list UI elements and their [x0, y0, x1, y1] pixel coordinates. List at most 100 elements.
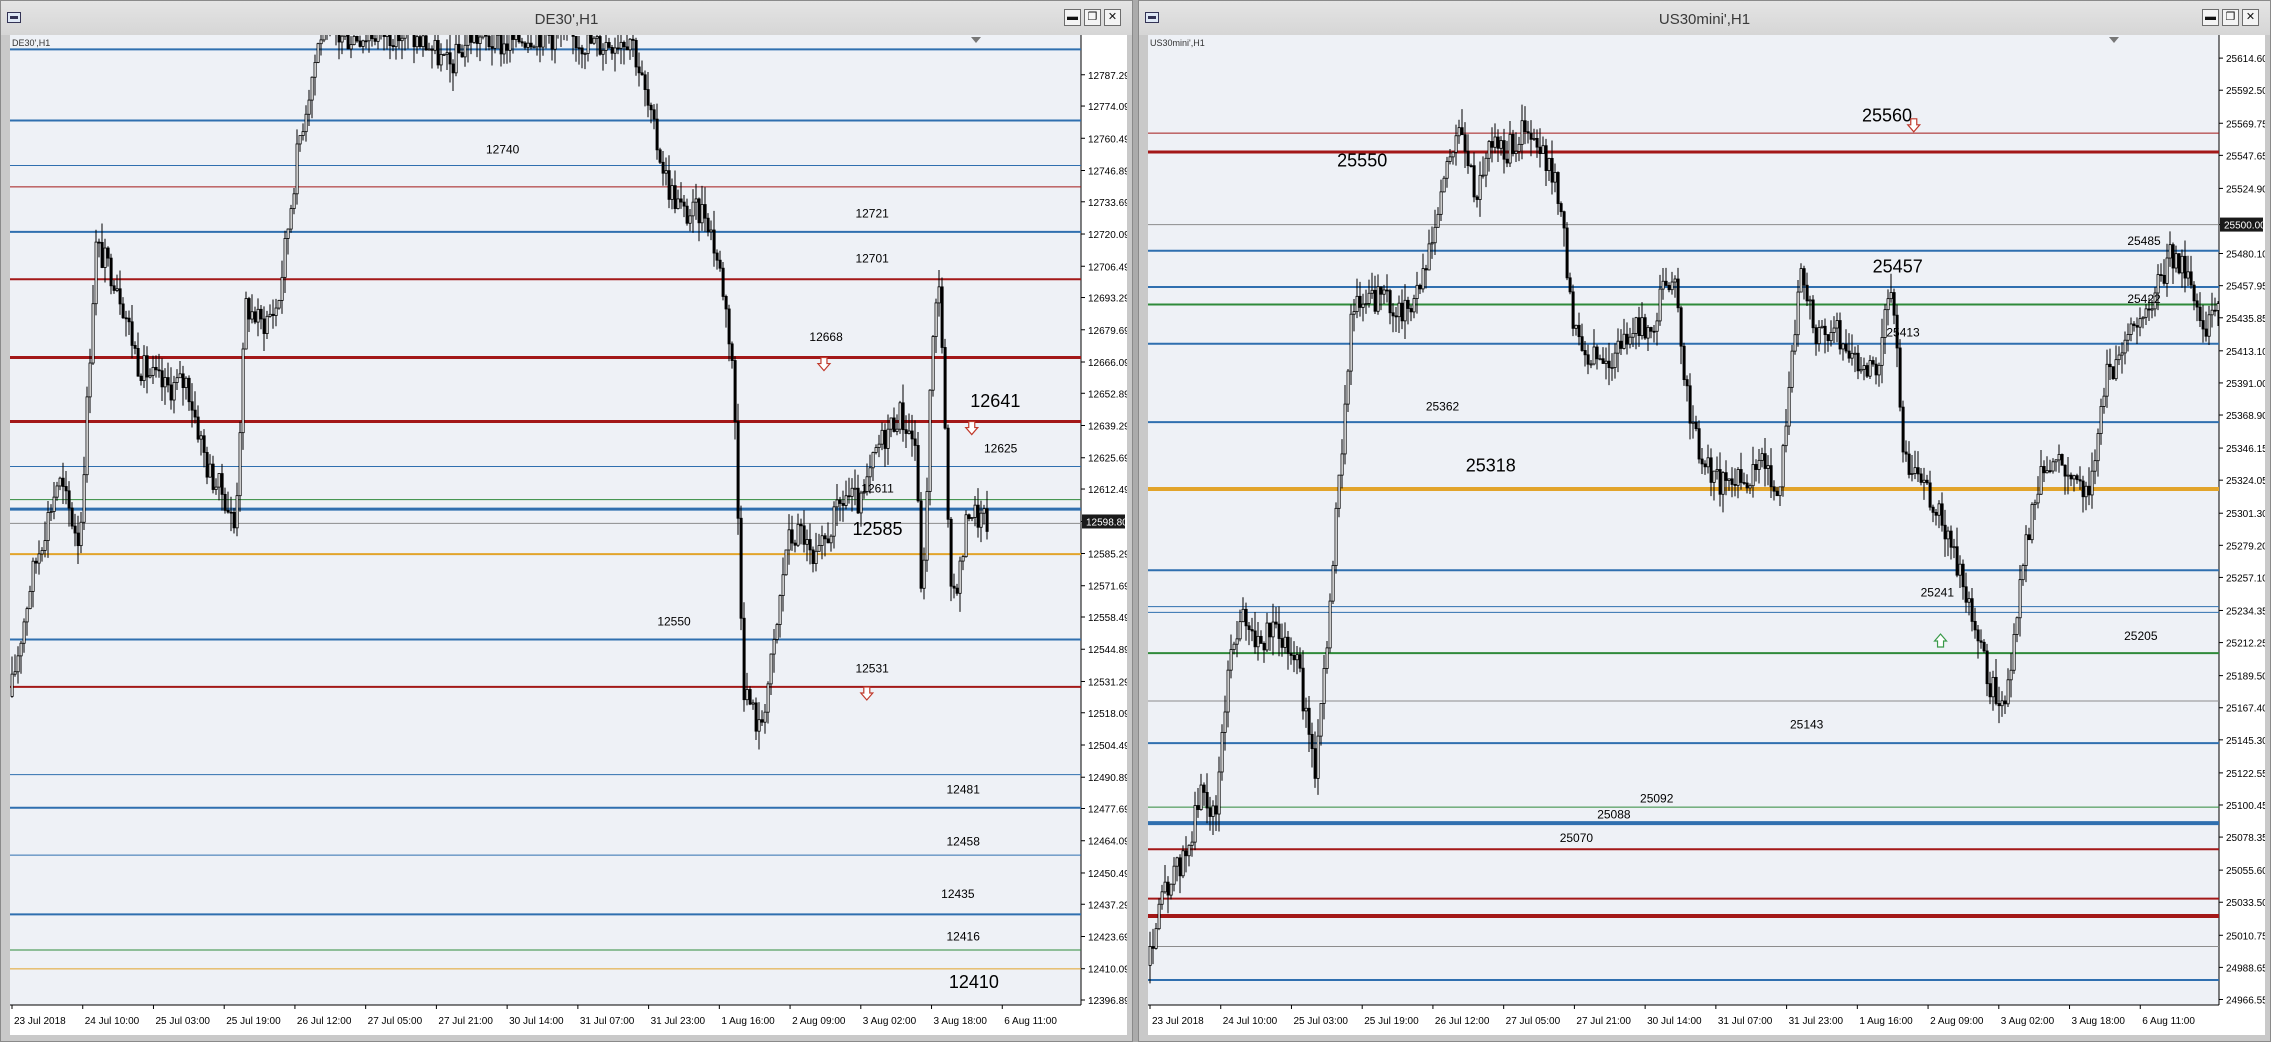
candle-body — [1262, 643, 1266, 651]
candle-body — [274, 307, 278, 316]
candle-body — [949, 518, 953, 587]
candle-body — [532, 46, 536, 49]
candle-body — [1598, 358, 1602, 361]
close-button[interactable]: ✕ — [2242, 9, 2259, 26]
candle-body — [1814, 327, 1818, 345]
candle-body — [847, 495, 851, 498]
candle-body — [208, 463, 212, 478]
candle-body — [652, 109, 656, 120]
candle-body — [451, 63, 455, 74]
candle-body — [901, 402, 905, 431]
candle-body — [343, 35, 347, 37]
candle-body — [2072, 475, 2076, 480]
candle-body — [892, 417, 896, 432]
candle-body — [415, 36, 419, 48]
candle-body — [61, 477, 65, 487]
candle-body — [241, 348, 245, 434]
us30mini-chart-svg[interactable]: US30mini',H1 25560 25550 25485 25457 25422 254… — [1148, 35, 2265, 1035]
candle-body — [1382, 289, 1386, 295]
candle-body — [118, 288, 122, 305]
candle-body — [1775, 490, 1779, 497]
candle-body — [1433, 226, 1437, 244]
candle-body — [844, 495, 848, 506]
price-chart[interactable]: DE30',H1 12740 12721 12701 12668 12641 12625 12… — [10, 35, 1127, 1035]
title-bar[interactable]: DE30',H1 ▬ ❐ ✕ — [1, 1, 1132, 35]
time-tick-label: 27 Jul 21:00 — [438, 1016, 493, 1027]
price-tick-label: 25368.90 — [2226, 411, 2265, 422]
candle-body — [898, 402, 902, 430]
candle-body — [1778, 486, 1782, 497]
price-tick-label: 25078.35 — [2226, 833, 2265, 844]
candle-body — [2195, 300, 2199, 308]
candle-body — [1154, 928, 1158, 949]
candle-body — [364, 40, 368, 43]
candle-body — [769, 653, 773, 685]
candle-body — [739, 517, 743, 619]
price-tick-label: 25212.25 — [2226, 639, 2265, 650]
candle-body — [1508, 133, 1512, 164]
candle-body — [2156, 274, 2160, 294]
price-tick-label: 25189.50 — [2226, 672, 2265, 683]
candle-body — [595, 36, 599, 39]
candle-body — [130, 321, 134, 346]
candle-body — [1988, 683, 1992, 698]
candle-body — [859, 492, 863, 514]
candle-body — [388, 35, 392, 47]
candle-body — [2099, 406, 2103, 434]
candle-body — [1874, 363, 1878, 376]
restore-button[interactable]: ❐ — [2222, 9, 2239, 26]
candle-body — [1361, 303, 1365, 308]
candle-body — [1568, 277, 1572, 293]
candle-body — [133, 345, 137, 349]
candle-body — [1151, 946, 1155, 949]
candle-body — [1460, 127, 1464, 136]
symbol-label: US30mini',H1 — [1150, 38, 1205, 48]
candle-body — [2066, 474, 2070, 477]
candle-body — [2102, 395, 2106, 407]
candle-body — [757, 719, 761, 732]
minimize-button[interactable]: ▬ — [2202, 9, 2219, 26]
candle-body — [385, 35, 389, 37]
candle-body — [1793, 334, 1797, 352]
candle-body — [1550, 157, 1554, 183]
candle-body — [235, 495, 239, 529]
candle-body — [1424, 268, 1428, 271]
close-button[interactable]: ✕ — [1104, 9, 1121, 26]
price-tick-label: 12639.29 — [1088, 422, 1127, 433]
restore-button[interactable]: ❐ — [1084, 9, 1101, 26]
candle-body — [1412, 298, 1416, 313]
plot-area[interactable] — [1148, 35, 2219, 1005]
candle-body — [2177, 253, 2181, 274]
candle-body — [2162, 274, 2166, 284]
de30-chart-svg[interactable]: DE30',H1 12740 12721 12701 12668 12641 12625 12… — [10, 35, 1127, 1035]
price-tick-label: 12706.49 — [1088, 262, 1127, 273]
candle-body — [2183, 255, 2187, 279]
candle-body — [319, 39, 323, 45]
price-chart[interactable]: US30mini',H1 25560 25550 25485 25457 25422 254… — [1148, 35, 2265, 1035]
candle-body — [1448, 156, 1452, 162]
candle-body — [1256, 635, 1260, 648]
candle-body — [1733, 484, 1737, 486]
time-tick-label: 26 Jul 12:00 — [297, 1016, 352, 1027]
candle-body — [643, 74, 647, 90]
candle-body — [2027, 534, 2031, 541]
candle-body — [1688, 385, 1692, 424]
minimize-button[interactable]: ▬ — [1064, 9, 1081, 26]
candle-body — [154, 366, 158, 371]
candle-body — [2057, 454, 2061, 461]
candle-body — [667, 170, 671, 200]
time-tick-label: 31 Jul 07:00 — [1718, 1016, 1773, 1027]
price-tick-label: 12625.69 — [1088, 454, 1127, 465]
candle-body — [79, 521, 83, 547]
candle-body — [277, 300, 281, 309]
candle-body — [322, 35, 326, 41]
candle-body — [400, 37, 404, 42]
candle-body — [238, 432, 242, 497]
title-bar[interactable]: US30mini',H1 ▬ ❐ ✕ — [1139, 1, 2270, 35]
candle-body — [1769, 465, 1773, 488]
candle-body — [640, 72, 644, 76]
candle-body — [2024, 534, 2028, 566]
candle-body — [823, 535, 827, 540]
time-tick-label: 3 Aug 18:00 — [2072, 1016, 2126, 1027]
candle-body — [172, 382, 176, 401]
